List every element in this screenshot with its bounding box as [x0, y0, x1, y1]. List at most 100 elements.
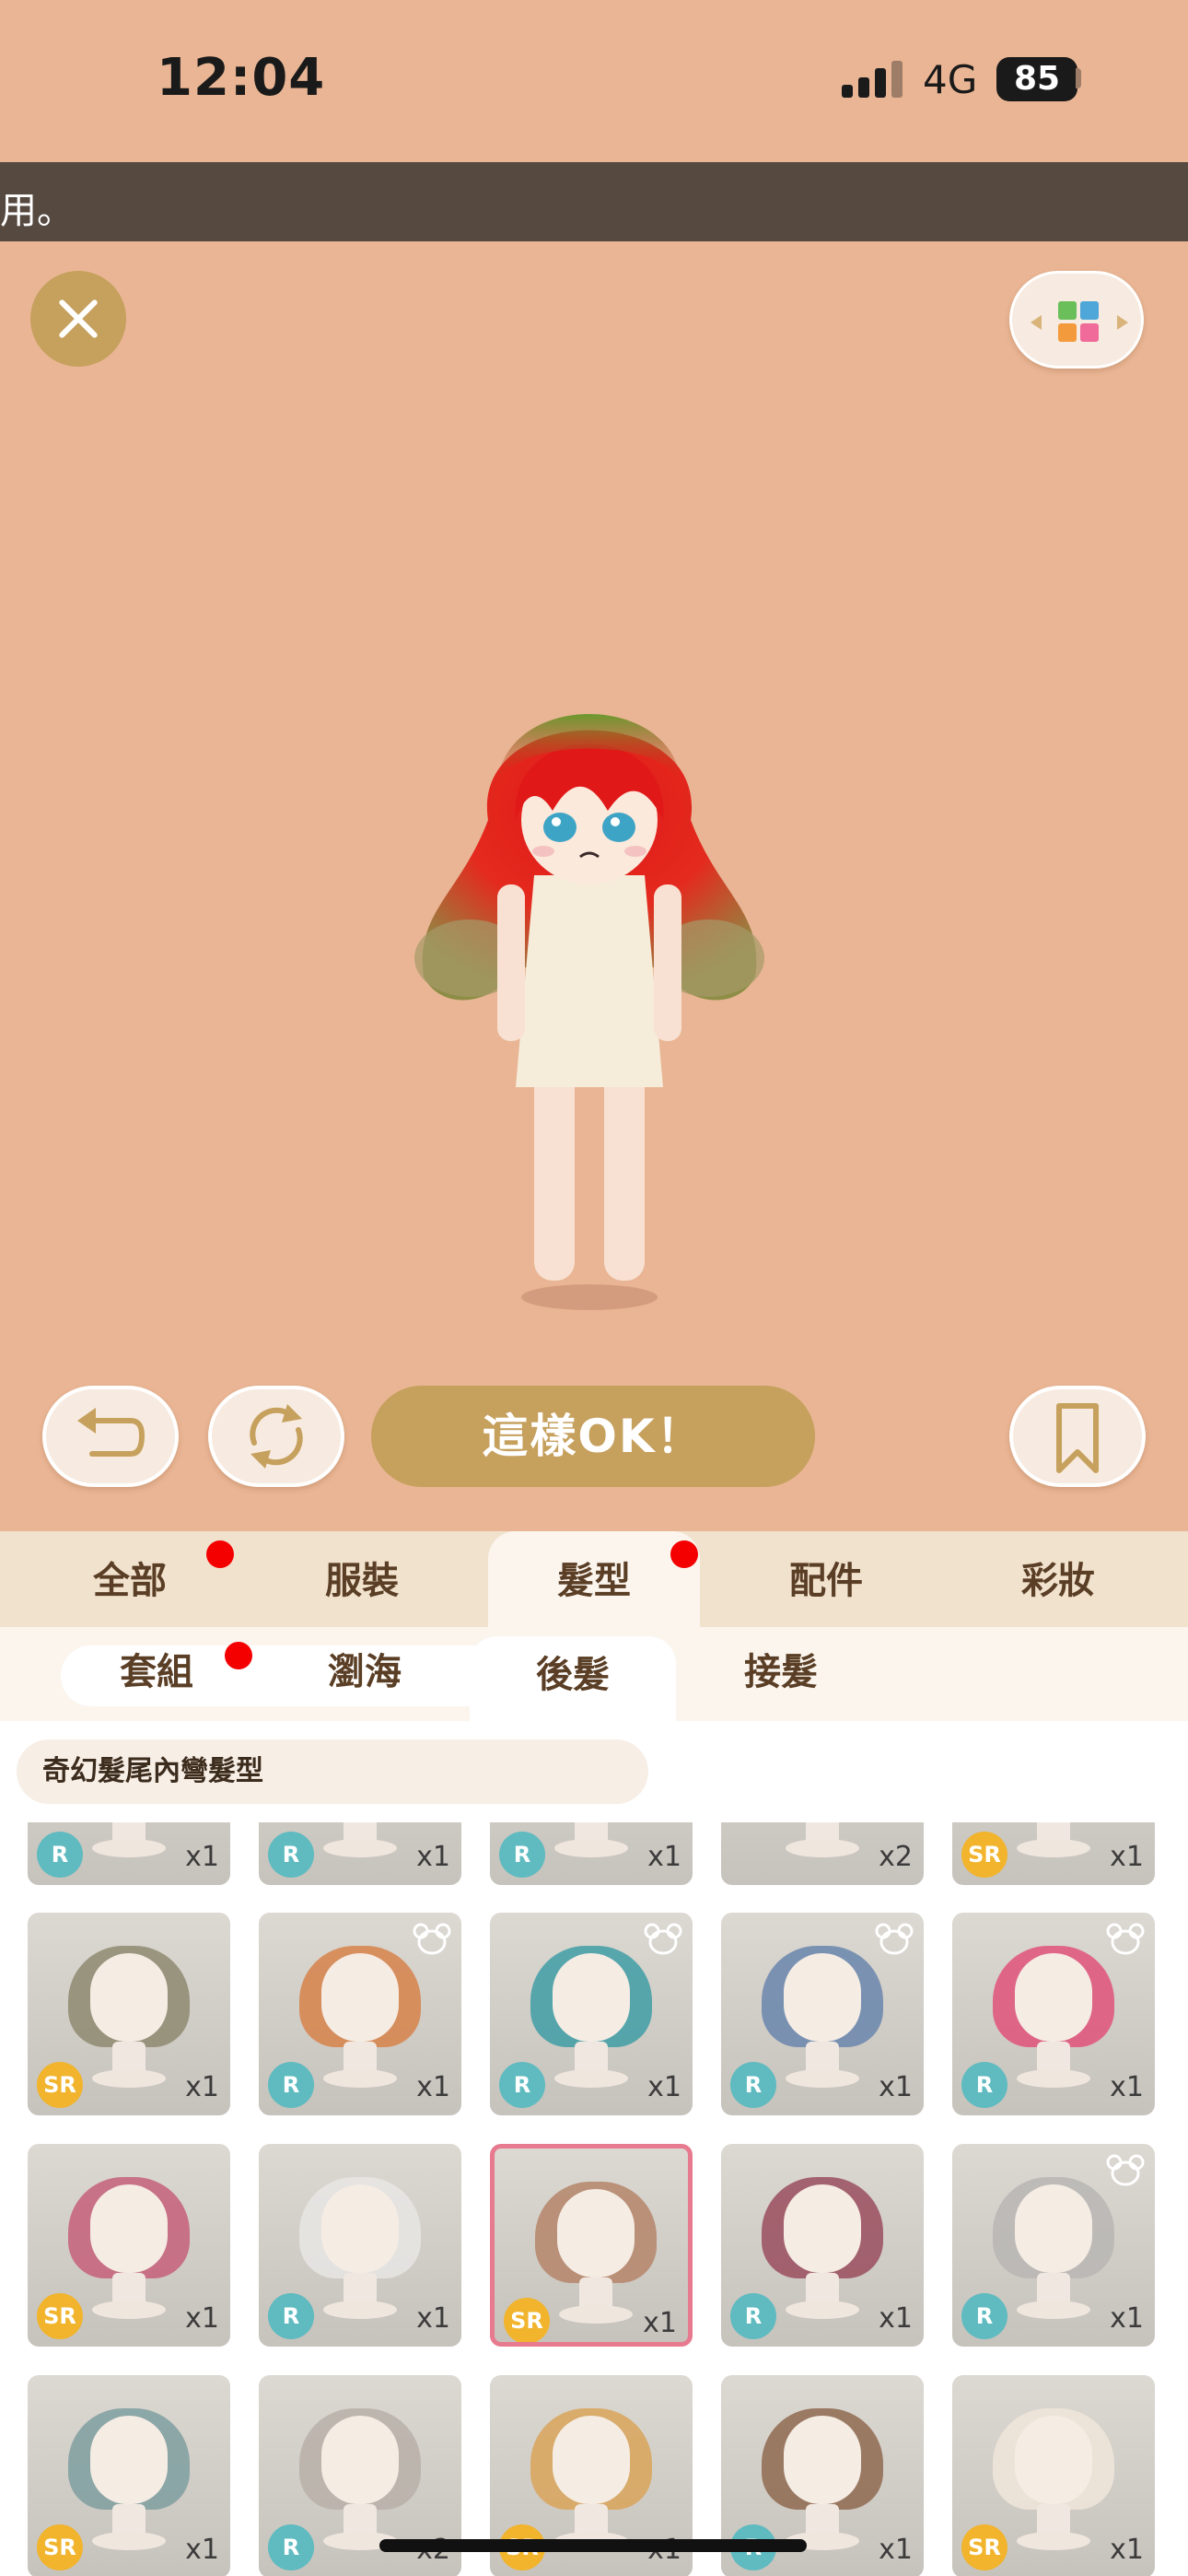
- subtab-bangs[interactable]: 瀏海: [273, 1640, 457, 1704]
- item-count: x1: [1110, 2302, 1144, 2335]
- subtab-set[interactable]: 套組: [64, 1640, 249, 1704]
- mannequin-base: [786, 1839, 859, 1857]
- mannequin-base: [1017, 1839, 1090, 1857]
- rarity-badge: R: [961, 2293, 1007, 2339]
- item-count: x1: [879, 2071, 913, 2103]
- rarity-badge: R: [961, 2062, 1007, 2108]
- item-count: x1: [185, 2302, 219, 2335]
- bookmark-button[interactable]: [1009, 1386, 1146, 1487]
- item-count: x1: [185, 1841, 219, 1873]
- tab-accessories[interactable]: 配件: [720, 1531, 932, 1627]
- mannequin-base: [323, 2069, 397, 2088]
- mannequin-head: [321, 2184, 399, 2273]
- mannequin-base: [554, 2069, 628, 2088]
- refresh-icon: [250, 1404, 303, 1469]
- hairstyle-item[interactable]: SR x1: [28, 2144, 230, 2347]
- subtab-label: 套組: [120, 1651, 193, 1693]
- tab-label: 彩妝: [1021, 1560, 1095, 1602]
- avatar-character: [414, 714, 764, 1310]
- hairstyle-item[interactable]: Rx1: [721, 1913, 924, 2115]
- hairstyle-item[interactable]: Rx1: [490, 1913, 693, 2115]
- status-time: 12:04: [157, 48, 326, 108]
- tab-label: 配件: [789, 1560, 863, 1602]
- mannequin-head: [90, 2184, 168, 2273]
- hairstyle-item[interactable]: Rx1: [259, 1913, 461, 2115]
- bear-icon: [644, 1923, 682, 1955]
- tab-all[interactable]: 全部: [24, 1531, 236, 1627]
- hairstyle-item[interactable]: SR x1: [952, 2375, 1155, 2576]
- tab-clothing[interactable]: 服裝: [256, 1531, 468, 1627]
- rarity-badge: SR: [37, 2062, 83, 2108]
- mannequin-head: [553, 2416, 630, 2504]
- network-type: 4G: [923, 57, 978, 102]
- mannequin-head: [321, 2416, 399, 2504]
- hairstyle-item[interactable]: Rx1: [259, 2144, 461, 2347]
- item-count: x1: [647, 1841, 681, 1873]
- mannequin-head: [553, 1953, 630, 2042]
- mannequin-base: [1017, 2069, 1090, 2088]
- close-button[interactable]: [30, 271, 126, 367]
- subtab-label: 後髮: [536, 1654, 610, 1696]
- tab-makeup[interactable]: 彩妝: [952, 1531, 1164, 1627]
- rarity-badge: R: [268, 1832, 314, 1878]
- subtab-back-hair[interactable]: 後髮: [470, 1636, 676, 1721]
- mannequin-base: [786, 2301, 859, 2319]
- rarity-badge: SR: [961, 2524, 1007, 2570]
- item-count: x1: [416, 2302, 450, 2335]
- hairstyle-item[interactable]: SR x1: [28, 1913, 230, 2115]
- rarity-badge: R: [268, 2062, 314, 2108]
- notice-banner: 用。: [0, 162, 1188, 241]
- tab-label: 髮型: [557, 1560, 631, 1602]
- confirm-ok-button[interactable]: 這樣OK！: [371, 1386, 815, 1487]
- rarity-badge: R: [268, 2524, 314, 2570]
- undo-button[interactable]: [42, 1386, 179, 1487]
- mannequin-base: [92, 2069, 166, 2088]
- mannequin-base: [92, 2301, 166, 2319]
- item-count: x1: [416, 2071, 450, 2103]
- signal-icon: [842, 61, 903, 98]
- hairstyle-item[interactable]: Rx1: [259, 1822, 461, 1885]
- hairstyle-item[interactable]: Rx1: [490, 1822, 693, 1885]
- hairstyle-item[interactable]: SR x1: [952, 1822, 1155, 1885]
- hairstyle-item[interactable]: Rx1: [28, 1822, 230, 1885]
- item-grid: Rx1 Rx1 Rx1 x2 SR x1 SR x1 Rx1 Rx1 Rx1 Rx1 SR x1 Rx1 SR…: [0, 1822, 1188, 2576]
- mannequin-base: [92, 1839, 166, 1857]
- category-tabs: 全部 服裝 髮型 配件 彩妝: [0, 1531, 1188, 1627]
- hairstyle-item[interactable]: x2: [721, 1822, 924, 1885]
- undo-icon: [77, 1408, 146, 1457]
- mannequin-base: [786, 2069, 859, 2088]
- rarity-badge: SR: [37, 2524, 83, 2570]
- item-count: x1: [647, 2071, 681, 2103]
- tab-hairstyle[interactable]: 髮型: [488, 1531, 700, 1627]
- hairstyle-item[interactable]: Rx1: [952, 2144, 1155, 2347]
- hairstyle-item[interactable]: Rx1: [721, 2144, 924, 2347]
- mannequin-head: [1015, 1953, 1092, 2042]
- hairstyle-item[interactable]: Rx1: [952, 1913, 1155, 2115]
- rarity-badge: R: [499, 1832, 545, 1878]
- subtab-label: 瀏海: [328, 1651, 402, 1693]
- mannequin-base: [323, 1839, 397, 1857]
- notification-badge: [670, 1540, 698, 1568]
- hairstyle-item[interactable]: SR x1: [490, 2144, 693, 2347]
- bookmark-icon: [1056, 1403, 1099, 1473]
- selected-item-name: 奇幻髮尾內彎髮型: [17, 1739, 648, 1804]
- item-count: x1: [643, 2307, 677, 2339]
- subtab-label: 接髮: [744, 1651, 818, 1693]
- mannequin-head: [784, 2416, 861, 2504]
- mannequin-base: [1017, 2301, 1090, 2319]
- battery-icon: 85: [996, 57, 1077, 101]
- mannequin-base: [559, 2305, 633, 2324]
- hairstyle-item[interactable]: SR x1: [28, 2375, 230, 2576]
- home-indicator: [379, 2539, 807, 2552]
- mannequin-head: [321, 1953, 399, 2042]
- rarity-badge: R: [730, 2293, 776, 2339]
- mannequin-base: [323, 2301, 397, 2319]
- item-panel: 奇幻髮尾內彎髮型 Rx1 Rx1 Rx1 x2 SR x1 SR x1 Rx1 Rx1 Rx1 Rx1…: [0, 1721, 1188, 2576]
- subtab-extensions[interactable]: 接髮: [689, 1640, 873, 1704]
- rarity-badge: SR: [37, 2293, 83, 2339]
- layout-toggle-button[interactable]: [1009, 271, 1144, 369]
- shuffle-button[interactable]: [208, 1386, 344, 1487]
- rarity-badge: R: [499, 2062, 545, 2108]
- item-count: x1: [185, 2534, 219, 2566]
- notification-badge: [225, 1642, 252, 1669]
